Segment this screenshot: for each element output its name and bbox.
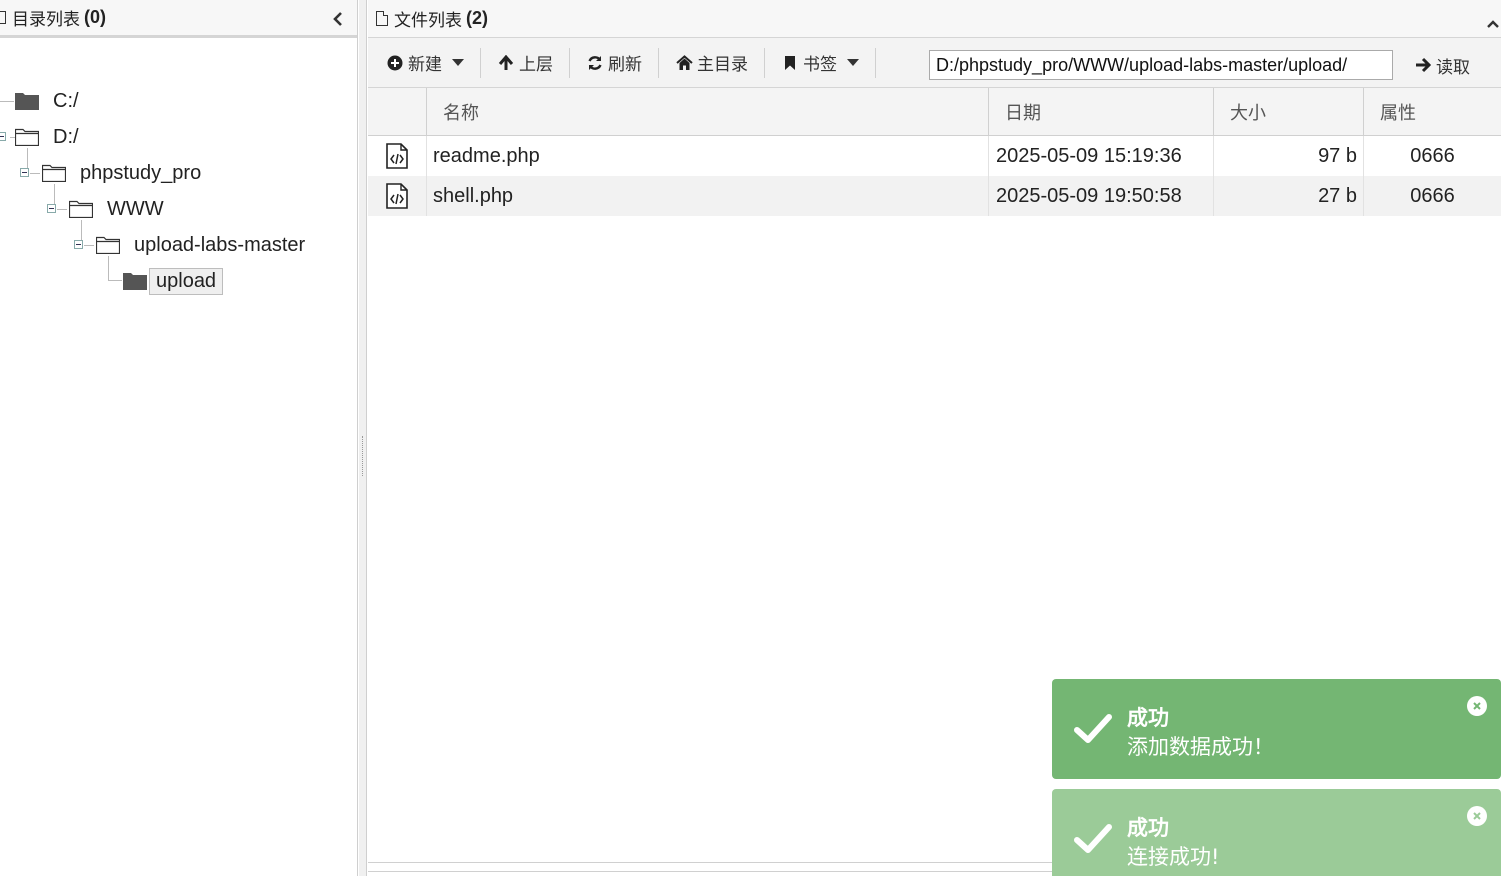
close-icon[interactable] — [1467, 806, 1487, 826]
panel-splitter[interactable] — [359, 0, 367, 876]
check-icon — [1074, 713, 1112, 751]
caret-down-icon — [452, 59, 464, 66]
file-date: 2025-05-09 15:19:36 — [989, 136, 1214, 176]
header-size[interactable]: 大小 — [1214, 88, 1364, 136]
header-icon-column — [368, 88, 427, 136]
tree-node-label: C:/ — [53, 89, 79, 112]
file-attr: 0666 — [1410, 184, 1455, 207]
toast-message: 连接成功! — [1127, 845, 1220, 869]
chevron-left-icon[interactable] — [331, 11, 345, 27]
tree-node-label: phpstudy_pro — [80, 161, 202, 184]
tree-node-label: D:/ — [53, 125, 79, 148]
toast-message: 添加数据成功！ — [1127, 735, 1274, 759]
tree-node-c-drive[interactable]: C:/ — [15, 88, 85, 114]
file-row[interactable]: readme.php 2025-05-09 15:19:36 97 b 0666 — [368, 136, 1501, 176]
collapse-toggle-icon[interactable] — [0, 132, 6, 141]
code-file-icon — [368, 176, 427, 216]
new-button[interactable]: 新建 — [376, 44, 474, 82]
read-button[interactable]: 读取 — [1404, 46, 1480, 84]
directory-panel-header: 目录列表 (0) — [0, 0, 357, 38]
file-size: 27 b — [1214, 176, 1364, 216]
read-label: 读取 — [1436, 57, 1470, 78]
up-level-button[interactable]: 上层 — [487, 44, 563, 82]
file-count: (2) — [466, 8, 488, 28]
home-label: 主目录 — [697, 55, 748, 75]
collapse-toggle-icon[interactable] — [47, 204, 56, 213]
tree-node-upload-labs-master[interactable]: upload-labs-master — [96, 232, 311, 258]
check-icon — [1074, 823, 1112, 861]
folder-open-icon — [42, 164, 66, 182]
bookmark-label: 书签 — [803, 55, 837, 75]
caret-down-icon — [847, 59, 859, 66]
header-attr[interactable]: 属性 — [1364, 88, 1501, 136]
toast-title: 成功 — [1127, 706, 1169, 730]
refresh-icon — [586, 54, 604, 72]
directory-panel-title: 目录列表 — [12, 10, 80, 30]
folder-filled-icon — [15, 92, 39, 110]
tree-node-phpstudy-pro[interactable]: phpstudy_pro — [42, 160, 207, 186]
file-panel-title: 文件列表 — [394, 11, 462, 31]
file-panel-header: 文件列表 (2) — [368, 0, 1501, 38]
directory-panel: 目录列表 (0) C:/ D:/ phpstudy_pro WWW upload… — [0, 0, 358, 876]
folder-open-icon — [69, 200, 93, 218]
home-button[interactable]: 主目录 — [665, 44, 758, 82]
folder-filled-icon — [123, 272, 147, 290]
toast-title: 成功 — [1127, 816, 1169, 840]
arrow-up-icon — [497, 54, 515, 72]
refresh-label: 刷新 — [608, 55, 642, 75]
directory-count: (0) — [84, 7, 106, 27]
grid-header: 名称 日期 大小 属性 — [368, 88, 1501, 136]
bookmark-button[interactable]: 书签 — [771, 44, 869, 82]
bookmark-icon — [781, 54, 799, 72]
tree-node-www[interactable]: WWW — [69, 196, 170, 222]
file-toolbar: 新建 上层 刷新 主目录 书签 D:/phpstudy_pro/WWW/uplo… — [368, 38, 1501, 88]
chevron-up-icon[interactable] — [1487, 13, 1499, 28]
arrow-right-icon — [1414, 56, 1432, 74]
tree-node-label: upload-labs-master — [134, 233, 306, 256]
home-icon — [675, 54, 693, 72]
new-button-label: 新建 — [408, 55, 442, 75]
collapse-toggle-icon[interactable] — [20, 168, 29, 177]
success-toast[interactable]: 成功 添加数据成功！ — [1052, 679, 1501, 779]
folder-outline-icon — [0, 11, 6, 24]
folder-open-icon — [15, 128, 39, 146]
code-file-icon — [368, 136, 427, 176]
success-toast[interactable]: 成功 连接成功! — [1052, 789, 1501, 876]
up-level-label: 上层 — [519, 55, 553, 75]
file-name: readme.php — [427, 136, 989, 176]
header-name[interactable]: 名称 — [427, 88, 989, 136]
path-input[interactable] — [929, 50, 1393, 80]
header-date[interactable]: 日期 — [989, 88, 1214, 136]
collapse-toggle-icon[interactable] — [74, 240, 83, 249]
tree-node-label: upload — [149, 267, 224, 295]
file-attr: 0666 — [1410, 144, 1455, 167]
folder-open-icon — [96, 236, 120, 254]
file-size: 97 b — [1214, 136, 1364, 176]
file-name: shell.php — [427, 176, 989, 216]
file-date: 2025-05-09 19:50:58 — [989, 176, 1214, 216]
file-row[interactable]: shell.php 2025-05-09 19:50:58 27 b 0666 — [368, 176, 1501, 216]
close-icon[interactable] — [1467, 696, 1487, 716]
tree-node-d-drive[interactable]: D:/ — [15, 124, 85, 150]
plus-circle-icon — [386, 54, 404, 72]
refresh-button[interactable]: 刷新 — [576, 44, 652, 82]
tree-node-upload[interactable]: upload — [123, 267, 224, 295]
file-grid: 名称 日期 大小 属性 readme.php 2025-05-09 15:19:… — [368, 88, 1501, 216]
document-icon — [376, 11, 388, 26]
tree-node-label: WWW — [107, 197, 164, 220]
